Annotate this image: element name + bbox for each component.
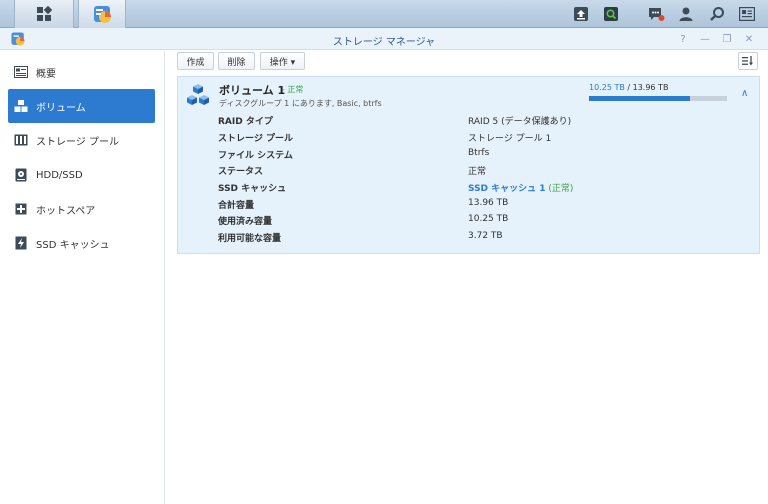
- main-menu-button[interactable]: [14, 0, 74, 28]
- sidebar-item-storage-pool[interactable]: ストレージ プール: [8, 123, 155, 157]
- detail-row-ssd-cache: SSD キャッシュ SSD キャッシュ 1 (正常): [218, 181, 738, 197]
- collapse-chevron-icon[interactable]: ∧: [741, 88, 748, 99]
- green-search-icon: [604, 7, 618, 21]
- window-titlebar: ストレージ マネージャ ? — ❐ ✕: [0, 28, 768, 50]
- detail-value: RAID 5 (データ保護あり): [468, 117, 572, 127]
- delete-button[interactable]: 削除: [218, 52, 255, 70]
- used-capacity: 10.25 TB: [589, 83, 625, 92]
- usage-separator: /: [624, 83, 633, 92]
- main-menu-icon: [37, 6, 52, 21]
- detail-value: 3.72 TB: [468, 231, 503, 241]
- sidebar-item-hdd-ssd[interactable]: HDD/SSD: [8, 158, 155, 192]
- taskbar: [0, 0, 768, 28]
- upload-icon: [574, 7, 588, 21]
- window-title: ストレージ マネージャ: [332, 37, 436, 48]
- sidebar-item-label: HDD/SSD: [36, 169, 83, 181]
- status-value: 正常: [468, 167, 487, 177]
- chat-notification-icon: [649, 8, 665, 21]
- total-capacity: 13.96 TB: [632, 83, 669, 92]
- notifications-button[interactable]: [641, 0, 671, 28]
- detail-value: 13.96 TB: [468, 198, 509, 208]
- sort-button[interactable]: [738, 52, 758, 70]
- user-icon: [679, 7, 693, 21]
- action-dropdown-button[interactable]: 操作 ▾: [260, 52, 305, 70]
- help-button[interactable]: ?: [676, 32, 690, 46]
- search-icon: [710, 7, 724, 21]
- volume-icon: [14, 99, 28, 113]
- search-button[interactable]: [702, 0, 732, 28]
- volume-name: ボリューム 1: [219, 84, 286, 97]
- detail-key: ステータス: [218, 167, 264, 177]
- usage-bar: [589, 96, 727, 101]
- detail-row-used-capacity: 使用済み容量 10.25 TB: [218, 214, 738, 230]
- detail-key: ストレージ プール: [218, 134, 293, 144]
- create-button[interactable]: 作成: [177, 52, 214, 70]
- minimize-button[interactable]: —: [698, 32, 712, 46]
- detail-row-total-capacity: 合計容量 13.96 TB: [218, 198, 738, 214]
- sort-icon: [742, 56, 753, 66]
- sidebar-item-label: ストレージ プール: [36, 136, 119, 148]
- detail-key: 合計容量: [218, 201, 255, 211]
- detail-row-available-capacity: 利用可能な容量 3.72 TB: [218, 231, 738, 247]
- detail-value: 10.25 TB: [468, 214, 509, 224]
- detail-row-file-system: ファイル システム Btrfs: [218, 148, 738, 164]
- widgets-button[interactable]: [732, 0, 762, 28]
- search-app-button[interactable]: [596, 0, 626, 28]
- detail-row-raid-type: RAID タイプ RAID 5 (データ保護あり): [218, 114, 738, 130]
- detail-key: SSD キャッシュ: [218, 184, 287, 194]
- sidebar-item-overview[interactable]: 概要: [8, 55, 155, 89]
- sidebar-item-hot-spare[interactable]: ホットスペア: [8, 192, 155, 226]
- storage-manager-app-icon: [94, 6, 111, 23]
- volume-subtitle: ディスクグループ 1 にあります, Basic, btrfs: [219, 99, 382, 108]
- sidebar-item-volume[interactable]: ボリューム: [8, 89, 155, 123]
- user-menu-button[interactable]: [671, 0, 701, 28]
- volume-panel[interactable]: ボリューム 1 - 正常 ディスクグループ 1 にあります, Basic, bt…: [177, 76, 760, 254]
- detail-value: SSD キャッシュ 1 (正常): [468, 181, 573, 194]
- volume-cubes-icon: [187, 84, 209, 105]
- detail-value: ストレージ プール 1: [468, 134, 552, 144]
- usage-text: 10.25 TB / 13.96 TB: [589, 83, 668, 92]
- upload-queue-button[interactable]: [566, 0, 596, 28]
- hdd-icon: [14, 168, 28, 182]
- usage-bar-fill: [589, 96, 691, 101]
- ssd-cache-link[interactable]: SSD キャッシュ 1: [468, 184, 546, 194]
- storage-manager-taskbar-button[interactable]: [78, 0, 126, 28]
- volume-status: - 正常: [282, 85, 304, 94]
- detail-key: 利用可能な容量: [218, 234, 282, 244]
- widgets-icon: [739, 7, 755, 21]
- detail-key: 使用済み容量: [218, 217, 273, 227]
- hot-spare-icon: [14, 202, 28, 216]
- sidebar: 概要 ボリューム ストレージ プール HDD/SSD ホットスペア SSD キャ…: [0, 51, 165, 504]
- ssd-cache-status: (正常): [545, 184, 574, 194]
- storage-pool-icon: [14, 133, 28, 147]
- detail-row-storage-pool: ストレージ プール ストレージ プール 1: [218, 131, 738, 147]
- overview-icon: [14, 65, 28, 79]
- detail-key: ファイル システム: [218, 151, 293, 161]
- sidebar-item-label: 概要: [36, 68, 56, 80]
- sidebar-item-ssd-cache[interactable]: SSD キャッシュ: [8, 226, 155, 260]
- sidebar-item-label: SSD キャッシュ: [36, 239, 110, 251]
- detail-row-status: ステータス 正常: [218, 164, 738, 180]
- detail-key: RAID タイプ: [218, 117, 273, 127]
- maximize-button[interactable]: ❐: [720, 32, 734, 46]
- close-button[interactable]: ✕: [742, 32, 756, 46]
- sidebar-item-label: ホットスペア: [36, 205, 96, 217]
- detail-value: Btrfs: [468, 148, 490, 158]
- sidebar-item-label: ボリューム: [36, 102, 86, 114]
- ssd-cache-icon: [14, 236, 28, 250]
